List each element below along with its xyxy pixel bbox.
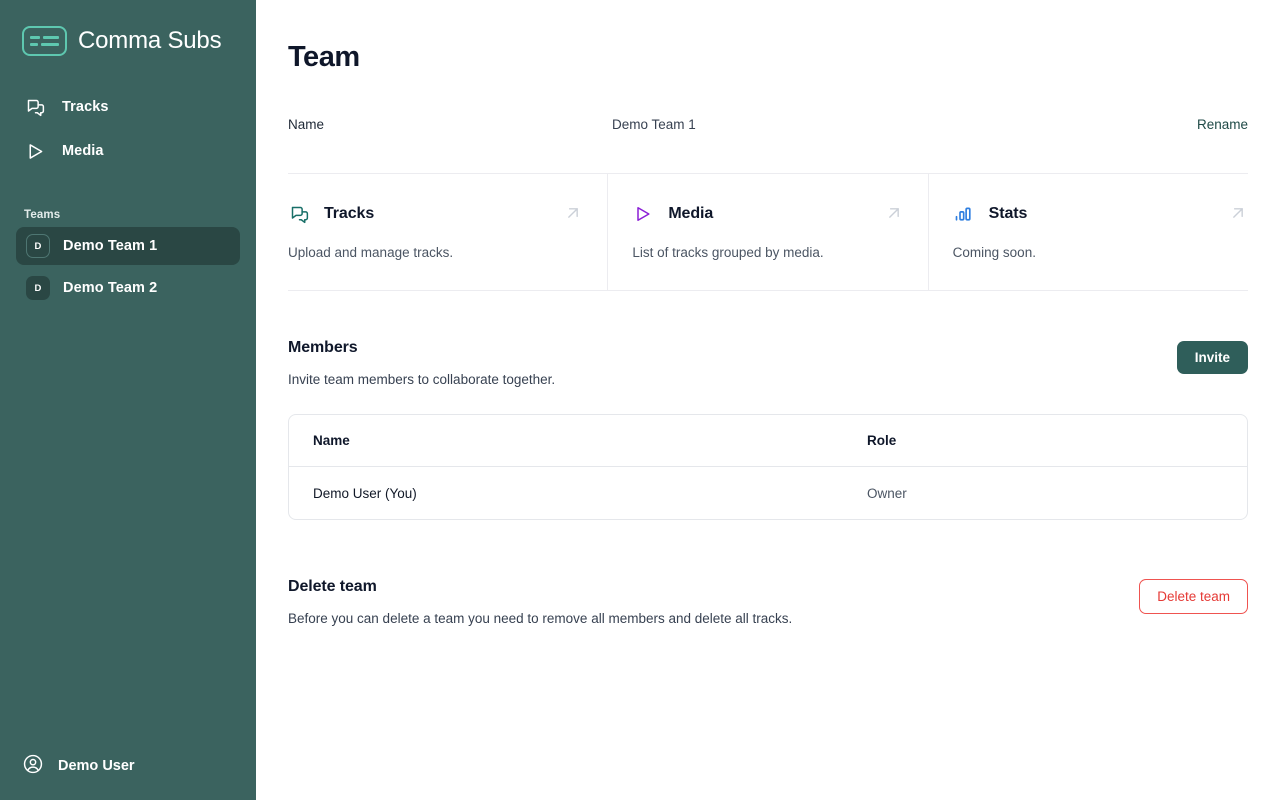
card-stats[interactable]: Stats Coming soon. bbox=[927, 174, 1248, 290]
card-description: Coming soon. bbox=[952, 245, 1036, 260]
delete-team-section: Delete team Before you can delete a team… bbox=[288, 578, 1248, 626]
card-media[interactable]: Media List of tracks grouped by media. bbox=[607, 174, 927, 290]
members-title: Members bbox=[288, 339, 358, 356]
member-role: Owner bbox=[867, 485, 907, 501]
team-avatar: D bbox=[26, 234, 50, 258]
sidebar-user-name: Demo User bbox=[58, 758, 135, 774]
primary-nav: Tracks Media bbox=[0, 85, 256, 173]
column-header-name: Name bbox=[313, 433, 350, 448]
member-name: Demo User (You) bbox=[313, 485, 417, 501]
speech-bubbles-icon bbox=[24, 96, 46, 118]
team-name-row: Name Demo Team 1 Rename bbox=[288, 113, 1248, 135]
table-header-row: Name Role bbox=[289, 415, 1247, 467]
delete-team-title: Delete team bbox=[288, 578, 377, 595]
play-triangle-icon bbox=[632, 203, 654, 225]
delete-team-subtitle: Before you can delete a team you need to… bbox=[288, 611, 793, 626]
members-subtitle: Invite team members to collaborate toget… bbox=[288, 372, 556, 387]
card-title: Media bbox=[668, 205, 714, 222]
sidebar-team-demo-team-1[interactable]: D Demo Team 1 bbox=[16, 227, 240, 265]
sidebar-item-media-label: Media bbox=[62, 143, 104, 159]
delete-team-button[interactable]: Delete team bbox=[1139, 579, 1248, 614]
sidebar-team-demo-team-2[interactable]: D Demo Team 2 bbox=[16, 269, 240, 307]
card-description: List of tracks grouped by media. bbox=[632, 245, 824, 260]
teams-section-label: Teams bbox=[24, 209, 61, 221]
card-head: Tracks bbox=[288, 203, 583, 225]
user-circle-icon bbox=[22, 753, 44, 780]
members-table: Name Role Demo User (You) Owner bbox=[288, 414, 1248, 520]
card-tracks[interactable]: Tracks Upload and manage tracks. bbox=[288, 174, 607, 290]
card-head: Media bbox=[632, 203, 903, 225]
speech-bubbles-icon bbox=[288, 203, 310, 225]
card-description: Upload and manage tracks. bbox=[288, 245, 454, 260]
arrow-up-right-icon bbox=[563, 203, 583, 223]
quick-links-cards: Tracks Upload and manage tracks. Media L… bbox=[288, 173, 1248, 291]
team-name-value: Demo Team 1 bbox=[612, 116, 696, 132]
sidebar-item-tracks[interactable]: Tracks bbox=[0, 85, 256, 129]
column-header-role: Role bbox=[867, 433, 897, 448]
card-title: Tracks bbox=[324, 205, 375, 222]
sidebar-item-media[interactable]: Media bbox=[0, 129, 256, 173]
invite-button[interactable]: Invite bbox=[1176, 341, 1248, 374]
sidebar: Comma Subs Tracks Media Teams D Demo Tea… bbox=[0, 0, 256, 800]
page-title: Team bbox=[288, 41, 360, 73]
captions-logo-icon bbox=[22, 25, 67, 56]
team-name-label: Name bbox=[288, 116, 325, 132]
members-section: Members Invite team members to collabora… bbox=[288, 339, 1248, 520]
sidebar-team-label: Demo Team 1 bbox=[63, 238, 158, 254]
arrow-up-right-icon bbox=[884, 203, 904, 223]
app-root: Comma Subs Tracks Media Teams D Demo Tea… bbox=[0, 0, 1280, 800]
sidebar-item-tracks-label: Tracks bbox=[62, 99, 109, 115]
play-triangle-icon bbox=[24, 140, 46, 162]
rename-button[interactable]: Rename bbox=[1197, 117, 1248, 132]
card-head: Stats bbox=[953, 203, 1224, 225]
arrow-up-right-icon bbox=[1228, 203, 1248, 223]
sidebar-team-label: Demo Team 2 bbox=[63, 280, 158, 296]
card-title: Stats bbox=[988, 205, 1028, 222]
team-list: D Demo Team 1 D Demo Team 2 bbox=[0, 227, 256, 307]
members-header: Members Invite team members to collabora… bbox=[288, 339, 1248, 387]
team-avatar: D bbox=[26, 276, 50, 300]
main-content: Team Name Demo Team 1 Rename Tracks Uplo… bbox=[256, 0, 1280, 800]
brand[interactable]: Comma Subs bbox=[0, 0, 256, 64]
bar-chart-icon bbox=[953, 203, 975, 225]
table-row[interactable]: Demo User (You) Owner bbox=[289, 467, 1247, 519]
sidebar-user-account[interactable]: Demo User bbox=[0, 744, 256, 800]
brand-title: Comma Subs bbox=[78, 26, 222, 54]
